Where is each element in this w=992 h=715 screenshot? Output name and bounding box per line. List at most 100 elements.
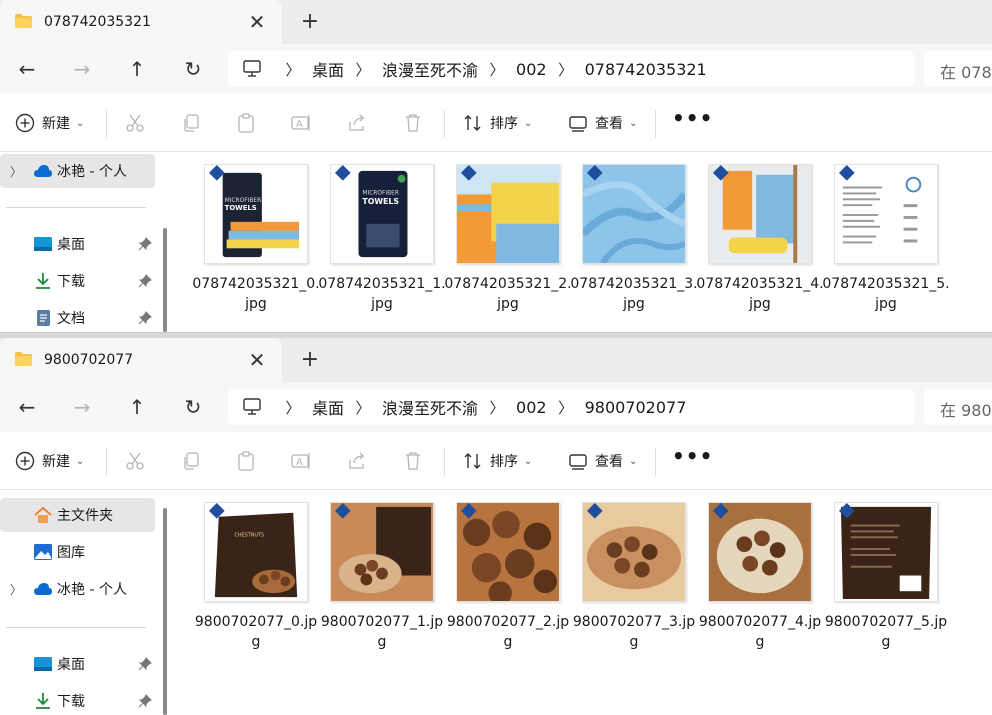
download-icon — [36, 273, 50, 289]
thumbnail-package-back — [834, 502, 938, 602]
sidebar-item-home[interactable]: 主文件夹 — [0, 498, 155, 532]
pin-icon[interactable] — [138, 274, 152, 288]
divider — [444, 448, 445, 476]
copy-icon[interactable] — [180, 450, 202, 472]
tab-078742035321[interactable]: 078742035321 ✕ — [0, 0, 282, 44]
document-icon — [37, 310, 50, 326]
sidebar-item-downloads[interactable]: 下载 — [0, 684, 155, 715]
breadcrumb-item[interactable]: 9800702077 — [581, 398, 691, 417]
breadcrumb-item[interactable]: 桌面 — [308, 395, 348, 419]
breadcrumb-item[interactable]: 浪漫至死不渝 — [378, 395, 482, 419]
up-arrow-icon[interactable]: ↑ — [123, 56, 151, 82]
view-button[interactable]: 查看 ⌄ — [567, 110, 637, 136]
chevron-right-icon[interactable]: 〉 — [551, 397, 581, 418]
new-button[interactable]: 新建 ⌄ — [14, 110, 84, 136]
chevron-right-icon[interactable]: 〉 — [278, 397, 308, 418]
navigation-pane: 主文件夹 图库 〉 冰艳 - 个人 桌面 下载 — [0, 490, 170, 715]
file-name: 9800702077_0.jpg — [194, 614, 318, 650]
back-arrow-icon[interactable]: ← — [13, 394, 41, 420]
rename-icon[interactable]: A — [290, 450, 312, 472]
svg-text:A: A — [296, 457, 303, 468]
tab-9800702077[interactable]: 9800702077 ✕ — [0, 338, 282, 382]
copy-icon[interactable] — [180, 112, 202, 134]
chevron-right-icon[interactable]: 〉 — [482, 397, 512, 418]
breadcrumb-item[interactable]: 002 — [512, 398, 551, 417]
sidebar-item-gallery[interactable]: 图库 — [0, 535, 155, 569]
sidebar-item-label: 主文件夹 — [57, 508, 113, 524]
paste-icon[interactable] — [235, 112, 257, 134]
new-tab-icon[interactable]: + — [296, 10, 324, 36]
svg-text:MICROFIBER: MICROFIBER — [362, 190, 399, 196]
pin-icon[interactable] — [138, 694, 152, 708]
back-arrow-icon[interactable]: ← — [13, 56, 41, 82]
cut-icon[interactable] — [124, 112, 146, 134]
refresh-icon[interactable]: ↻ — [179, 394, 207, 420]
breadcrumb: 〉 桌面 〉 浪漫至死不渝 〉 002 〉 9800702077 — [278, 389, 690, 425]
expand-chevron-icon[interactable]: 〉 — [10, 163, 22, 180]
navigation-bar: ← → ↑ ↻ 〉 桌面 〉 浪漫至死不渝 〉 002 〉 9800702077… — [0, 382, 992, 432]
sidebar-item-label: 图库 — [57, 545, 85, 561]
sidebar-item-documents[interactable]: 文档 — [0, 301, 155, 332]
divider — [106, 110, 107, 138]
view-label: 查看 — [595, 116, 623, 132]
close-tab-icon[interactable]: ✕ — [244, 10, 270, 34]
chevron-right-icon[interactable]: 〉 — [348, 397, 378, 418]
chevron-down-icon: ⌄ — [76, 117, 85, 129]
view-button[interactable]: 查看 ⌄ — [567, 448, 637, 474]
chevron-right-icon[interactable]: 〉 — [348, 59, 378, 80]
refresh-icon[interactable]: ↻ — [179, 56, 207, 82]
chevron-right-icon[interactable]: 〉 — [551, 59, 581, 80]
explorer-window-1: 078742035321 ✕ + ← → ↑ ↻ 〉 桌面 〉 浪漫至死不渝 〉… — [0, 0, 992, 332]
delete-icon[interactable] — [402, 112, 424, 134]
chevron-right-icon[interactable]: 〉 — [278, 59, 308, 80]
sort-button[interactable]: 排序 ⌄ — [462, 110, 532, 136]
address-bar[interactable]: 〉 桌面 〉 浪漫至死不渝 〉 002 〉 9800702077 — [228, 389, 914, 425]
rename-icon[interactable]: A — [290, 112, 312, 134]
sidebar-item-downloads[interactable]: 下载 — [0, 264, 155, 298]
pin-icon[interactable] — [138, 237, 152, 251]
search-input[interactable]: 在 0787 — [924, 51, 992, 87]
divider — [6, 207, 146, 208]
forward-arrow-icon[interactable]: → — [68, 56, 96, 82]
share-icon[interactable] — [346, 112, 368, 134]
close-tab-icon[interactable]: ✕ — [244, 348, 270, 372]
sort-icon — [464, 115, 481, 131]
download-icon — [36, 693, 50, 709]
share-icon[interactable] — [346, 450, 368, 472]
navigation-pane: 〉 冰艳 - 个人 桌面 下载 文档 — [0, 152, 170, 332]
new-tab-icon[interactable]: + — [296, 348, 324, 374]
sidebar-item-label: 冰艳 - 个人 — [57, 164, 127, 180]
breadcrumb-item[interactable]: 078742035321 — [581, 60, 711, 79]
sidebar-item-desktop[interactable]: 桌面 — [0, 647, 155, 681]
sidebar-item-label: 桌面 — [57, 657, 85, 673]
cut-icon[interactable] — [124, 450, 146, 472]
pin-icon[interactable] — [138, 657, 152, 671]
forward-arrow-icon[interactable]: → — [68, 394, 96, 420]
search-input[interactable]: 在 9800 — [924, 389, 992, 425]
pin-icon[interactable] — [138, 311, 152, 325]
breadcrumb-item[interactable]: 浪漫至死不渝 — [378, 57, 482, 81]
paste-icon[interactable] — [235, 450, 257, 472]
new-button[interactable]: 新建 ⌄ — [14, 448, 84, 474]
scrollbar[interactable] — [163, 508, 167, 715]
tab-title: 078742035321 — [44, 14, 151, 30]
sidebar-item-desktop[interactable]: 桌面 — [0, 227, 155, 261]
sort-label: 排序 — [490, 454, 518, 470]
divider — [655, 448, 656, 476]
more-options-icon[interactable]: ••• — [672, 446, 712, 472]
sidebar-item-onedrive[interactable]: 〉 冰艳 - 个人 — [0, 572, 155, 606]
breadcrumb-item[interactable]: 桌面 — [308, 57, 348, 81]
expand-chevron-icon[interactable]: 〉 — [10, 581, 22, 598]
sort-button[interactable]: 排序 ⌄ — [462, 448, 532, 474]
folder-icon — [15, 14, 32, 28]
this-pc-icon — [243, 398, 261, 415]
scrollbar[interactable] — [163, 228, 167, 332]
address-bar[interactable]: 〉 桌面 〉 浪漫至死不渝 〉 002 〉 078742035321 — [228, 51, 914, 87]
sidebar-item-onedrive[interactable]: 〉 冰艳 - 个人 — [0, 154, 155, 188]
breadcrumb-item[interactable]: 002 — [512, 60, 551, 79]
chevron-right-icon[interactable]: 〉 — [482, 59, 512, 80]
more-options-icon[interactable]: ••• — [672, 108, 712, 134]
up-arrow-icon[interactable]: ↑ — [123, 394, 151, 420]
delete-icon[interactable] — [402, 450, 424, 472]
sidebar-item-label: 桌面 — [57, 237, 85, 253]
